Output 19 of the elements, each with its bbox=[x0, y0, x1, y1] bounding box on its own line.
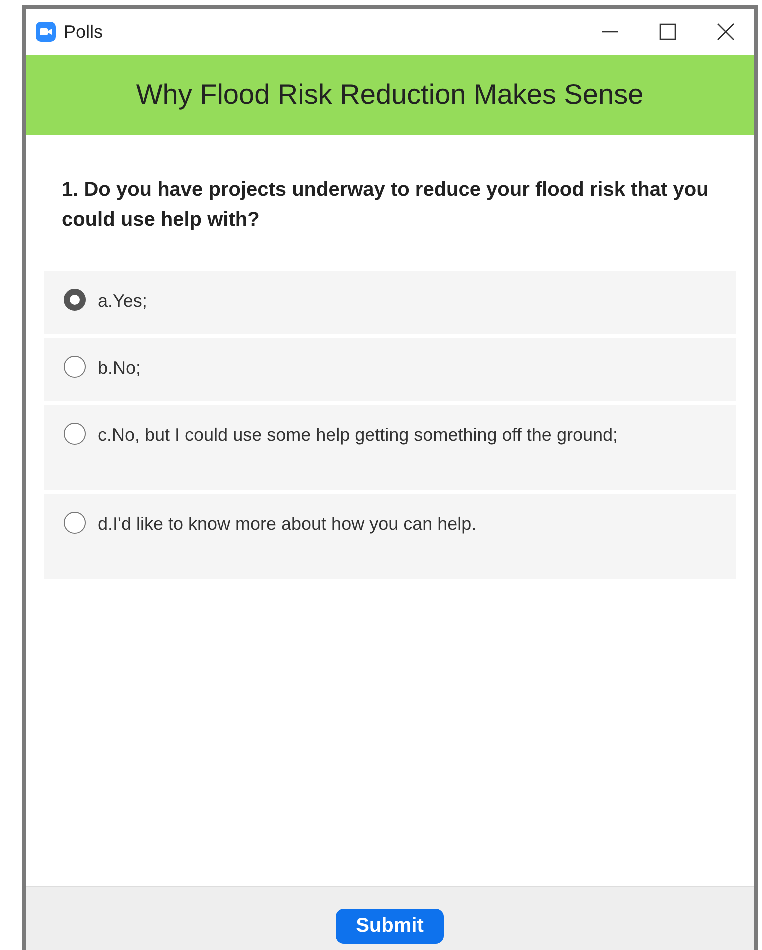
option-label: b.No; bbox=[98, 357, 142, 380]
question-text: 1. Do you have projects underway to reduce your flood risk that you could use help with? bbox=[61, 178, 710, 233]
radio-button[interactable] bbox=[64, 512, 86, 534]
app-logo-icon bbox=[36, 22, 56, 42]
radio-button[interactable] bbox=[64, 423, 86, 445]
option-label: d.I'd like to know more about how you can help. bbox=[98, 513, 477, 536]
maximize-icon[interactable] bbox=[658, 22, 678, 42]
submit-button[interactable]: Submit bbox=[336, 909, 444, 944]
option-label: a.Yes; bbox=[98, 290, 148, 313]
option-label: c.No, but I could use some help getting something off the ground; bbox=[98, 424, 618, 447]
radio-button[interactable] bbox=[64, 289, 86, 311]
poll-option[interactable]: a.Yes; bbox=[44, 271, 736, 334]
poll-option[interactable]: c.No, but I could use some help getting something off the ground; bbox=[44, 405, 736, 490]
window-title: Polls bbox=[64, 22, 104, 42]
close-icon[interactable] bbox=[716, 22, 736, 42]
poll-option[interactable]: b.No; bbox=[44, 338, 736, 401]
radio-button[interactable] bbox=[64, 356, 86, 378]
poll-option[interactable]: d.I'd like to know more about how you can help. bbox=[44, 494, 736, 579]
poll-title: Why Flood Risk Reduction Makes Sense bbox=[26, 55, 754, 135]
